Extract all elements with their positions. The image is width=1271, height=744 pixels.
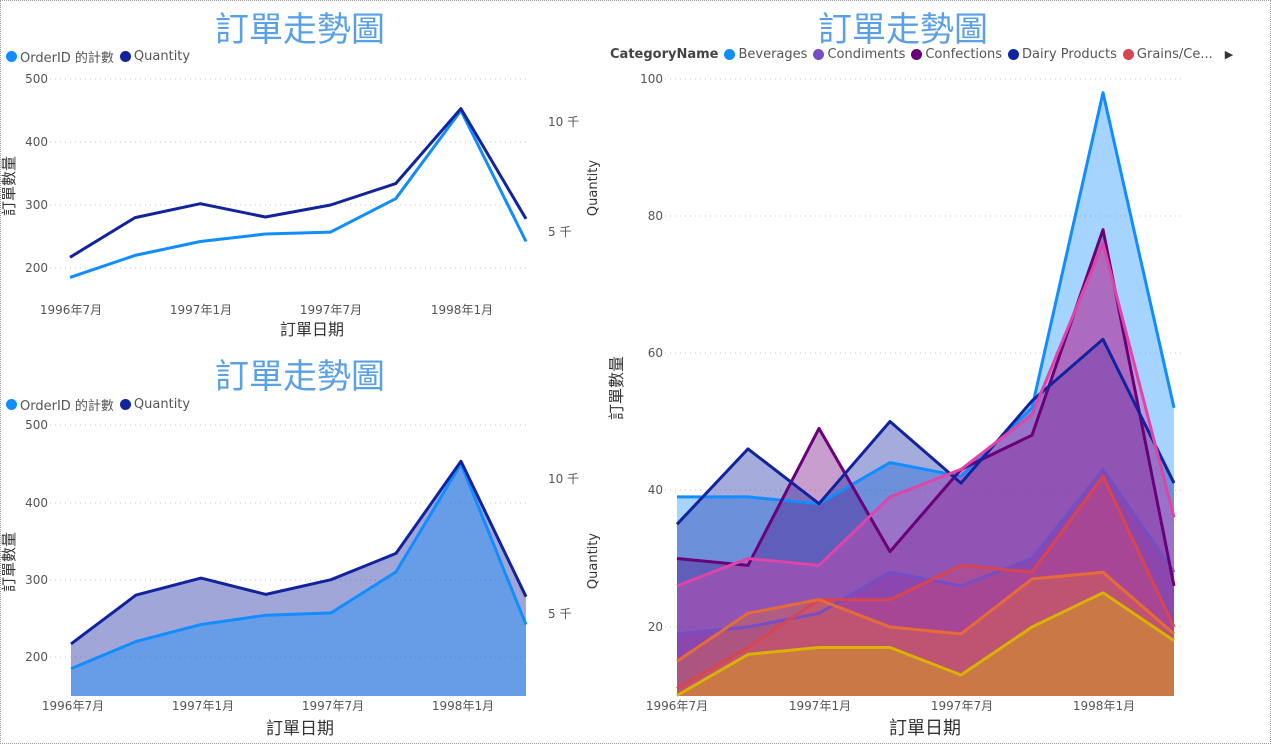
x-tick-label: 1997年1月 — [172, 699, 234, 713]
x-axis-title: 訂單日期 — [266, 719, 334, 739]
y-tick-label: 40 — [648, 483, 663, 497]
x-tick-label: 1996年7月 — [42, 699, 104, 713]
y-tick-label: 100 — [640, 72, 663, 86]
series-area-orderid-count — [71, 463, 526, 696]
y-axis-title: 訂單數量 — [0, 532, 18, 592]
y-tick-label: 80 — [648, 209, 663, 223]
y2-axis-title: Quantity — [586, 533, 601, 589]
x-tick-label: 1997年7月 — [931, 699, 993, 713]
y-tick-label: 20 — [648, 620, 663, 634]
x-tick-label: 1996年7月 — [646, 699, 708, 713]
y-tick-label: 60 — [648, 346, 663, 360]
y-tick-label: 300 — [25, 573, 48, 587]
y-tick-label: 400 — [25, 496, 48, 510]
y2-tick-label: 5 千 — [548, 607, 571, 621]
y-tick-label: 200 — [25, 650, 48, 664]
x-tick-label: 1997年7月 — [302, 699, 364, 713]
x-axis-title: 訂單日期 — [889, 718, 961, 739]
y-axis-title: 訂單數量 — [607, 356, 626, 420]
area-chart-svg: 200 300 400 500 5 千 10 千 1996年7月 1997年1月 1997年7月… — [0, 418, 601, 739]
x-tick-label: 1997年1月 — [789, 699, 851, 713]
x-tick-label: 1998年1月 — [432, 699, 494, 713]
y-tick-label: 500 — [25, 418, 48, 432]
category-area-svg: 204060801001996年7月 1997年1月 1997年7月 1998年1月 … — [607, 72, 1185, 739]
x-tick-label: 1998年1月 — [1073, 699, 1135, 713]
y2-tick-label: 10 千 — [548, 472, 579, 486]
